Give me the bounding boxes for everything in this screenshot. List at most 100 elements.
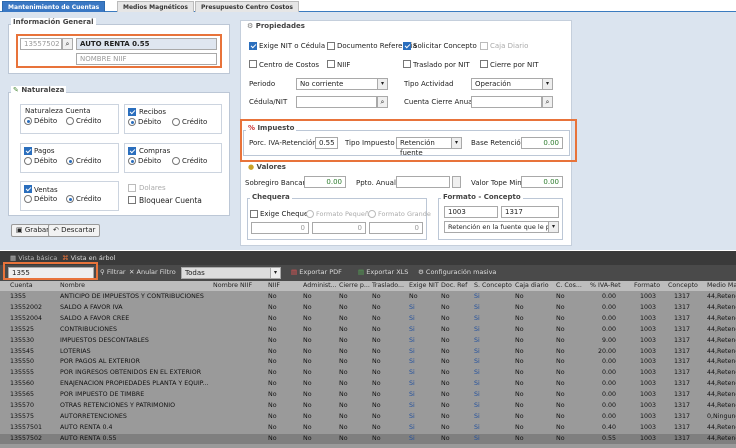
doc-ref-checkbox[interactable] xyxy=(327,42,335,50)
column-header[interactable]: Traslado... xyxy=(372,282,404,289)
centro-costos-checkbox[interactable] xyxy=(249,60,257,68)
export-xls-button[interactable]: ▤ Exportar XLS xyxy=(358,268,408,276)
compras-debito-radio[interactable] xyxy=(128,157,136,165)
table-row[interactable]: 13552004 SALDO A FAVOR CREE No No No No Si No Si… xyxy=(0,314,736,324)
column-header[interactable]: Administ... xyxy=(303,282,337,289)
chevron-down-icon: ▾ xyxy=(270,268,280,278)
column-header[interactable]: Nombre xyxy=(60,282,85,289)
tope-input[interactable]: 0.00 xyxy=(521,176,563,188)
naturaleza-credito-radio[interactable] xyxy=(66,117,74,125)
formato-input[interactable]: 1003 xyxy=(444,206,498,218)
table-row[interactable]: 135530 IMPUESTOS DESCONTABLES No No No No Si No… xyxy=(0,336,736,346)
table-cell: OTRAS RETENCIONES Y PATRIMONIO xyxy=(60,402,176,409)
column-header[interactable]: % IVA-Ret xyxy=(590,282,621,289)
column-header[interactable]: NIIF xyxy=(268,282,280,289)
table-row[interactable]: 135550 POR PAGOS AL EXTERIOR No No No No Si No S… xyxy=(0,357,736,367)
discard-button[interactable]: ↶ Descartar xyxy=(48,224,101,237)
recibos-debito-radio[interactable] xyxy=(128,118,136,126)
sobregiro-input[interactable]: 0.00 xyxy=(304,176,346,188)
tab-mantenimiento[interactable]: Mantenimiento de Cuentas xyxy=(2,1,106,12)
table-cell: 0.00 xyxy=(601,369,616,377)
table-row[interactable]: 135575 AUTORRETENCIONES No No No No Si No Si No No… xyxy=(0,412,736,422)
formato-grande-radio[interactable] xyxy=(368,210,376,218)
chequera-value-3[interactable]: 0 xyxy=(369,222,423,234)
bulk-config-button[interactable]: ⚙ Configuración masiva xyxy=(418,268,496,276)
recibos-credito-radio[interactable] xyxy=(172,118,180,126)
ventas-credito-radio[interactable] xyxy=(66,195,74,203)
column-header[interactable]: Caja diario xyxy=(515,282,549,289)
bloquear-checkbox[interactable] xyxy=(128,196,136,204)
table-cell: Si xyxy=(409,303,415,311)
cierre-nit-checkbox[interactable] xyxy=(480,60,488,68)
table-row[interactable]: 135555 POR INGRESOS OBTENIDOS EN EL EXTER… xyxy=(0,368,736,378)
table-cell: 1003 xyxy=(639,402,656,409)
pagos-credito-radio[interactable] xyxy=(66,157,74,165)
table-cell: No xyxy=(515,412,524,420)
table-row[interactable]: 135570 OTRAS RETENCIONES Y PATRIMONIO No No… xyxy=(0,401,736,411)
column-header[interactable]: Cierre p... xyxy=(339,282,370,289)
periodo-select[interactable]: No corriente ▾ xyxy=(296,78,388,90)
table-cell: Si xyxy=(474,380,480,388)
cierre-anual-input[interactable] xyxy=(471,96,542,108)
column-header[interactable]: Cuenta xyxy=(10,282,33,289)
caja-diario-checkbox[interactable] xyxy=(480,42,488,50)
table-row[interactable]: 135565 POR IMPUESTO DE TIMBRE No No No No Si No… xyxy=(0,390,736,400)
column-header[interactable]: C. Cos... xyxy=(556,282,582,289)
exige-cheque-checkbox[interactable] xyxy=(250,210,258,218)
chequera-value-1[interactable]: 0 xyxy=(251,222,309,234)
table-row[interactable]: 1355 ANTICIPO DE IMPUESTOS Y CONTRIBUCION… xyxy=(0,292,736,302)
tab-vista-basica[interactable]: ▦ Vista básica xyxy=(10,254,57,262)
column-header[interactable]: S. Concepto xyxy=(474,282,512,289)
tab-medios[interactable]: Medios Magnéticos xyxy=(117,1,195,12)
traslado-nit-checkbox[interactable] xyxy=(403,60,411,68)
concepto-input[interactable]: 1317 xyxy=(501,206,559,218)
column-header[interactable]: Formato xyxy=(634,282,660,289)
cedula-input[interactable] xyxy=(296,96,377,108)
column-header[interactable]: Doc. Ref xyxy=(441,282,467,289)
pagos-debito-radio[interactable] xyxy=(24,157,32,165)
concepto-select-value: Retención en la fuente que le pract xyxy=(448,223,559,231)
export-pdf-button[interactable]: ▤ Exportar PDF xyxy=(291,268,342,276)
table-cell: Si xyxy=(474,412,480,420)
tipo-actividad-select[interactable]: Operación ▾ xyxy=(471,78,553,90)
column-header[interactable]: Nombre NIIF xyxy=(213,282,252,289)
exige-nit-checkbox[interactable] xyxy=(249,42,257,50)
chequera-value-2[interactable]: 0 xyxy=(312,222,366,234)
save-label: Grabar xyxy=(24,226,50,234)
ventas-debito-radio[interactable] xyxy=(24,195,32,203)
tree-icon: ⌘ xyxy=(62,254,69,262)
table-row[interactable]: 13552002 SALDO A FAVOR IVA No No No No Si No Si N… xyxy=(0,303,736,313)
filter-button[interactable]: ⚲ Filtrar xyxy=(100,268,126,276)
concepto-select[interactable]: Retención en la fuente que le pract ▾ xyxy=(444,221,559,233)
table-cell: 0.00 xyxy=(601,391,616,399)
search-icon[interactable]: ⌕ xyxy=(542,96,553,108)
table-row[interactable]: 13557501 AUTO RENTA 0.4 No No No No Si No Si No No… xyxy=(0,423,736,433)
ventas-checkbox[interactable] xyxy=(24,185,32,193)
table-row[interactable]: 135560 ENAJENACION PROPIEDADES PLANTA Y E… xyxy=(0,379,736,389)
clear-filter-button[interactable]: ✕ Anular Filtro xyxy=(129,268,176,276)
search-icon[interactable]: ⌕ xyxy=(377,96,388,108)
naturaleza-debito-radio[interactable] xyxy=(24,117,32,125)
column-header[interactable]: Medio Mag xyxy=(707,282,736,289)
recibos-checkbox[interactable] xyxy=(128,108,136,116)
ppto-button[interactable] xyxy=(452,176,461,188)
dolares-checkbox[interactable] xyxy=(128,184,136,192)
column-header[interactable]: Concepto xyxy=(668,282,698,289)
niif-checkbox[interactable] xyxy=(327,60,335,68)
tab-presupuesto[interactable]: Presupuesto Centro Costos xyxy=(195,1,299,12)
table-cell: No xyxy=(303,380,312,388)
table-cell: No xyxy=(339,314,348,322)
tab-vista-arbol[interactable]: ⌘ Vista en árbol xyxy=(62,254,115,262)
ppto-input[interactable] xyxy=(396,176,450,188)
compras-credito-radio[interactable] xyxy=(172,157,180,165)
table-cell: No xyxy=(556,336,565,344)
filter-scope-select[interactable]: Todas ▾ xyxy=(181,267,281,279)
solicitar-concepto-checkbox[interactable] xyxy=(403,42,411,50)
compras-checkbox[interactable] xyxy=(128,147,136,155)
column-header[interactable]: Exige NIT xyxy=(409,282,439,289)
table-row[interactable]: 135545 LOTERIAS No No No No Si No Si No No 20.00 100… xyxy=(0,347,736,357)
table-row[interactable]: 13557502 AUTO RENTA 0.55 No No No No Si No Si No N… xyxy=(0,433,736,444)
formato-pequeno-radio[interactable] xyxy=(306,210,314,218)
table-row[interactable]: 135525 CONTRIBUCIONES No No No No Si No Si No No 0.… xyxy=(0,325,736,335)
pagos-checkbox[interactable] xyxy=(24,147,32,155)
